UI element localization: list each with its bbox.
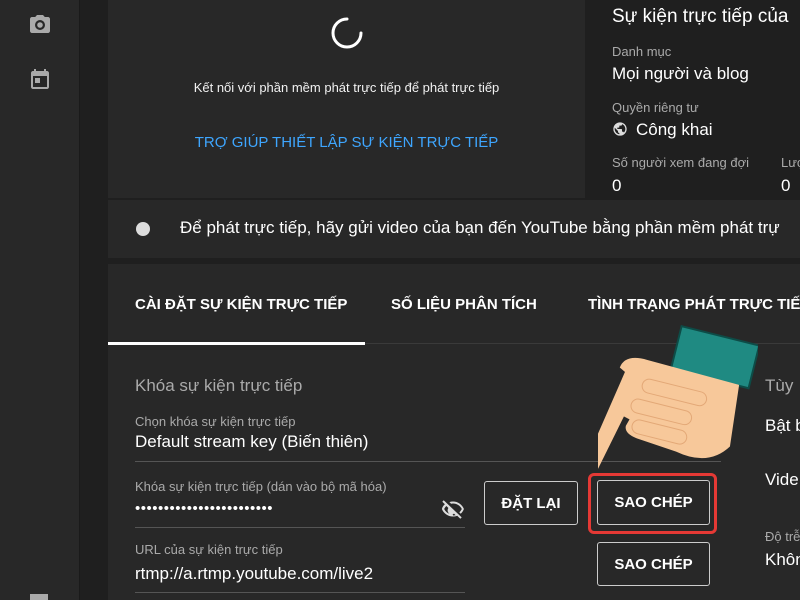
stream-key-label: Khóa sự kiện trực tiếp (dán vào bộ mã hó… (135, 479, 387, 494)
right-setting-2[interactable]: Vide (765, 470, 799, 490)
stream-title: Sự kiện trực tiếp của (612, 6, 789, 27)
waiting-viewers-label: Số người xem đang đợi (612, 155, 750, 170)
tab-stream-settings[interactable]: CÀI ĐẶT SỰ KIỆN TRỰC TIẾP (135, 264, 347, 344)
tab-bar: CÀI ĐẶT SỰ KIỆN TRỰC TIẾP SỐ LIỆU PHÂN T… (108, 264, 800, 345)
settings-panel: CÀI ĐẶT SỰ KIỆN TRỰC TIẾP SỐ LIỆU PHÂN T… (108, 264, 800, 600)
likes-value: 0 (781, 176, 791, 195)
status-dot-icon (136, 222, 150, 236)
stream-info: Sự kiện trực tiếp của Danh mục Mọi người… (612, 0, 800, 198)
tab-analytics[interactable]: SỐ LIỆU PHÂN TÍCH (391, 264, 537, 344)
loading-spinner-icon (331, 17, 363, 49)
active-tab-indicator (108, 342, 365, 345)
privacy-label: Quyền riêng tư (612, 100, 699, 115)
stream-url-field[interactable]: rtmp://a.rtmp.youtube.com/live2 (135, 564, 373, 584)
latency-value[interactable]: Khôn (765, 550, 800, 570)
calendar-icon[interactable] (28, 67, 52, 91)
reset-button[interactable]: ĐẶT LẠI (484, 481, 578, 525)
url-underline (135, 592, 465, 593)
connect-status-text: Kết nối với phần mềm phát trực tiếp để p… (193, 80, 500, 95)
right-setting-1[interactable]: Bật b (765, 416, 800, 436)
privacy-value-text: Công khai (636, 120, 713, 139)
info-banner: Để phát trực tiếp, hãy gửi video của bạn… (108, 200, 800, 258)
stream-url-label: URL của sự kiện trực tiếp (135, 542, 283, 557)
stream-key-section-title: Khóa sự kiện trực tiếp (135, 376, 303, 395)
tab-stream-health[interactable]: TÌNH TRẠNG PHÁT TRỰC TIẾP (588, 264, 800, 344)
stream-preview: Kết nối với phần mềm phát trực tiếp để p… (108, 0, 585, 198)
copy-url-button[interactable]: SAO CHÉP (597, 542, 710, 586)
additional-settings-heading: Tùy (765, 376, 794, 395)
partial-icon (30, 594, 48, 600)
category-label: Danh mục (612, 44, 672, 59)
stream-key-field[interactable]: •••••••••••••••••••••••• (135, 500, 273, 517)
latency-label: Độ trễ (765, 529, 800, 544)
copy-highlight-box (588, 473, 717, 534)
visibility-off-icon[interactable] (441, 497, 465, 521)
stream-key-select-label: Chọn khóa sự kiện trực tiếp (135, 414, 296, 429)
left-sidebar (0, 0, 80, 600)
waiting-viewers-value: 0 (612, 176, 622, 195)
key-underline (135, 527, 465, 528)
stream-key-select[interactable]: Default stream key (Biến thiên) (135, 432, 368, 452)
camera-icon[interactable] (28, 12, 52, 36)
setup-help-link[interactable]: TRỢ GIÚP THIẾT LẬP SỰ KIỆN TRỰC TIẾP (108, 134, 585, 151)
category-value: Mọi người và blog (612, 64, 749, 83)
globe-icon (613, 122, 627, 136)
banner-text: Để phát trực tiếp, hãy gửi video của bạn… (180, 218, 780, 237)
privacy-value: Công khai (612, 120, 713, 140)
likes-label: Lượ (781, 155, 800, 170)
select-underline (135, 461, 721, 462)
